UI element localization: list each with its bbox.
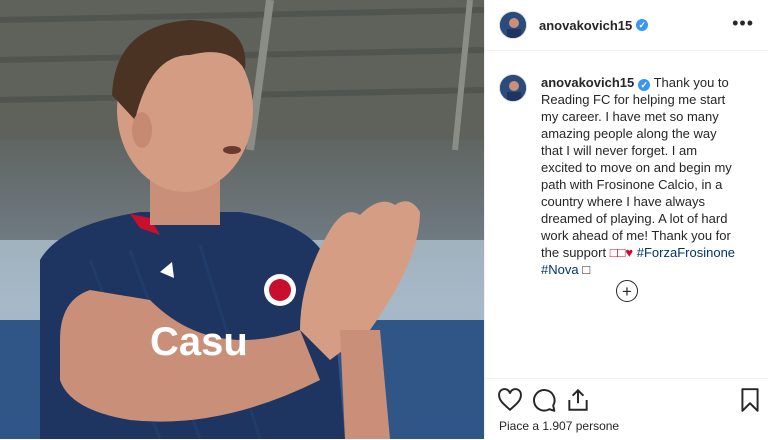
post-sidebar: anovakovich15 ✓ ••• anovakovich15 ✓ Thank… <box>484 0 768 439</box>
post-header: anovakovich15 ✓ ••• <box>485 0 768 51</box>
caption-text: anovakovich15 ✓ Thank you to Reading FC f… <box>541 74 741 278</box>
share-icon[interactable] <box>565 387 591 413</box>
emoji-text: □ <box>582 262 591 277</box>
avatar[interactable] <box>499 11 527 39</box>
heart-icon[interactable] <box>497 387 523 413</box>
likes-count[interactable]: Piace a 1.907 persone <box>499 419 619 433</box>
verified-badge-icon: ✓ <box>636 19 649 31</box>
caption-username-link[interactable]: anovakovich15 <box>541 75 634 90</box>
username-link[interactable]: anovakovich15 <box>539 18 632 33</box>
bookmark-icon[interactable] <box>737 387 763 413</box>
shirt-sponsor-text: Casu <box>150 320 248 364</box>
caption-avatar[interactable] <box>499 74 527 102</box>
caption-comment: anovakovich15 ✓ Thank you to Reading FC f… <box>499 74 758 278</box>
comment-icon[interactable] <box>531 387 557 413</box>
post-photo[interactable]: Casu <box>0 0 484 439</box>
action-bar: Piace a 1.907 persone <box>485 378 768 440</box>
more-options-icon[interactable]: ••• <box>732 14 754 32</box>
caption-line: support <box>562 245 607 260</box>
emoji-text: □□♥ <box>609 245 634 260</box>
hashtag-link[interactable]: #Nova <box>541 262 579 277</box>
caption-line: Thank you to <box>653 75 729 90</box>
verified-badge-icon: ✓ <box>638 79 651 91</box>
player-image: Casu <box>0 0 484 439</box>
plus-circle-icon[interactable]: + <box>616 280 638 302</box>
hashtag-link[interactable]: #ForzaFrosinone <box>637 245 735 260</box>
